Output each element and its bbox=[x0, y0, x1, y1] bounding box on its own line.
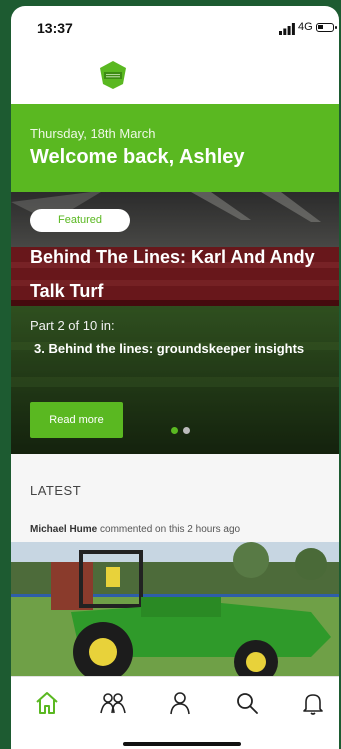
bottom-nav bbox=[11, 676, 339, 749]
status-time: 13:37 bbox=[37, 20, 73, 36]
featured-badge: Featured bbox=[30, 209, 130, 232]
welcome-banner: Thursday, 18th March Welcome back, Ashle… bbox=[11, 104, 339, 192]
battery-icon bbox=[316, 23, 337, 32]
series-part: Part 2 of 10 in: bbox=[30, 318, 115, 333]
tractor-image[interactable] bbox=[11, 542, 339, 682]
profile-icon bbox=[170, 692, 190, 715]
nav-community[interactable] bbox=[99, 689, 127, 717]
activity-line: Michael Hume commented on this 2 hours a… bbox=[30, 524, 240, 535]
home-indicator bbox=[123, 742, 241, 746]
featured-title[interactable]: Behind The Lines: Karl And Andy Talk Tur… bbox=[30, 240, 330, 308]
featured-card[interactable]: Featured Behind The Lines: Karl And Andy… bbox=[11, 192, 339, 454]
shield-logo-icon bbox=[100, 61, 126, 89]
status-bar: 13:37 4G bbox=[11, 6, 339, 46]
carousel-dot-2[interactable] bbox=[183, 427, 190, 434]
activity-author[interactable]: Michael Hume bbox=[30, 524, 97, 535]
network-type: 4G bbox=[298, 21, 313, 33]
nav-notifications[interactable] bbox=[299, 689, 327, 717]
latest-heading: LATEST bbox=[30, 483, 82, 498]
latest-section: LATEST Michael Hume commented on this 2 … bbox=[11, 454, 339, 684]
activity-text: commented on this 2 hours ago bbox=[97, 524, 241, 535]
app-screen: 13:37 4G Thursday, 18th March Welcome ba… bbox=[11, 6, 339, 749]
read-more-button[interactable]: Read more bbox=[30, 402, 123, 438]
welcome-message: Welcome back, Ashley bbox=[30, 146, 245, 168]
series-title[interactable]: 3. Behind the lines: groundskeeper insig… bbox=[34, 339, 324, 359]
bell-icon bbox=[303, 694, 323, 715]
search-icon bbox=[237, 693, 258, 714]
carousel-dots bbox=[171, 421, 195, 439]
home-icon bbox=[36, 692, 58, 714]
nav-profile[interactable] bbox=[166, 689, 194, 717]
app-logo[interactable] bbox=[98, 60, 128, 90]
carousel-dot-1[interactable] bbox=[171, 427, 178, 434]
nav-home[interactable] bbox=[33, 689, 61, 717]
nav-search[interactable] bbox=[233, 689, 261, 717]
current-date: Thursday, 18th March bbox=[30, 126, 156, 141]
community-icon bbox=[100, 693, 126, 714]
signal-icon bbox=[279, 23, 295, 35]
tractor-photo bbox=[11, 542, 339, 682]
